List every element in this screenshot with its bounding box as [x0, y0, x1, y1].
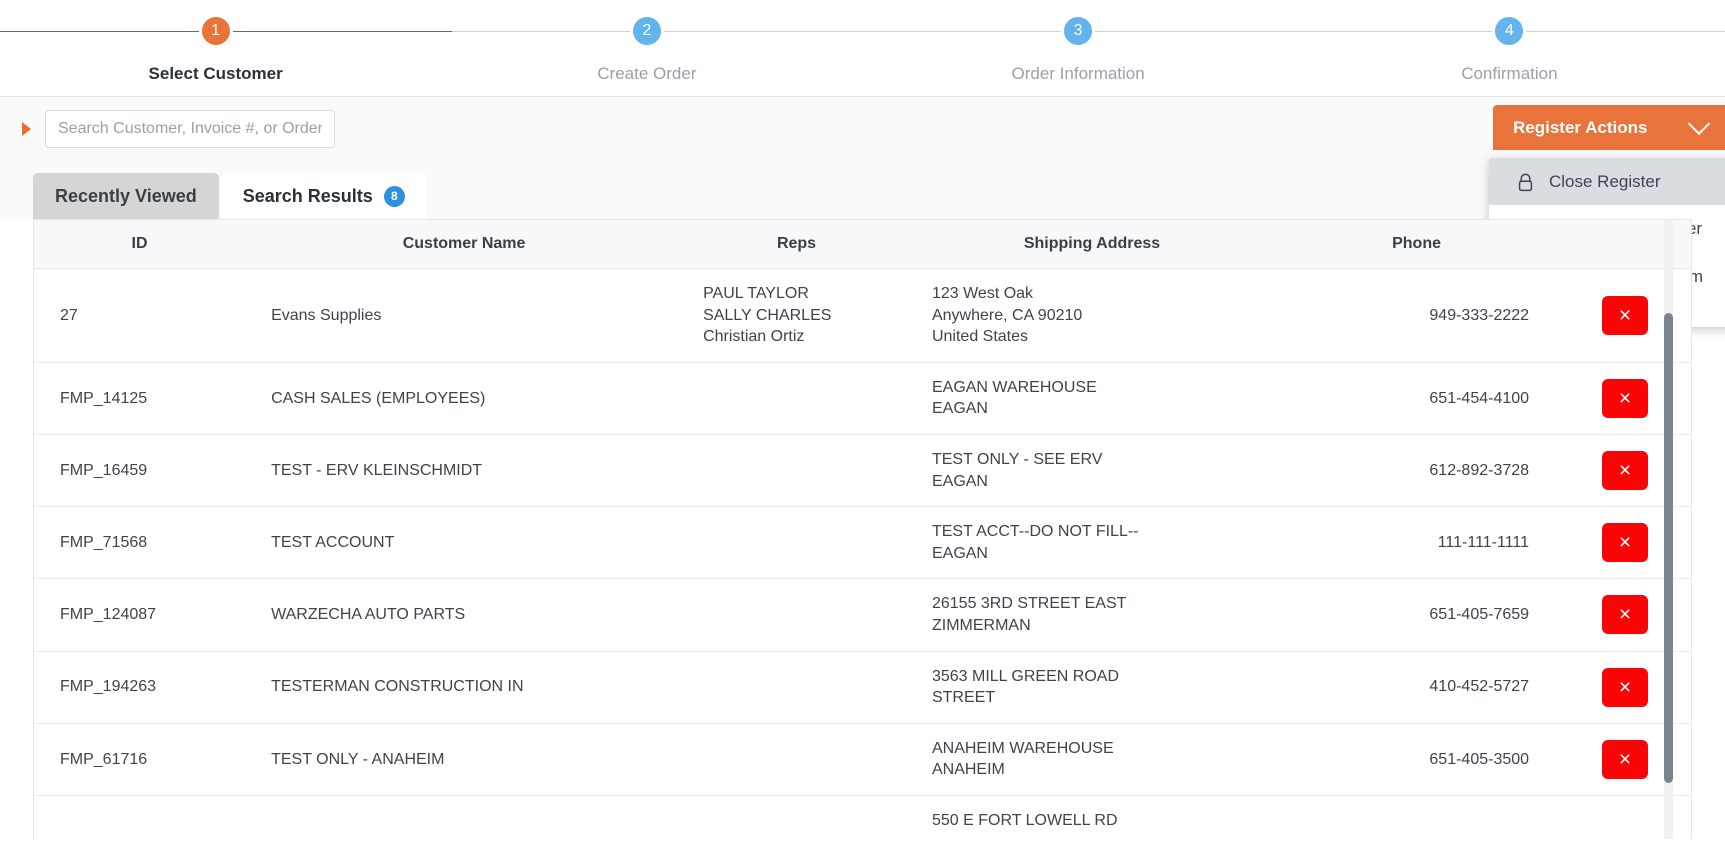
cell-reps	[683, 434, 910, 506]
register-actions-label: Register Actions	[1513, 118, 1647, 138]
cell-phone: 651-405-7659	[1274, 579, 1559, 651]
cell-customer-name: CASH SALES (EMPLOYEES)	[245, 362, 683, 434]
cell-customer-name: TESTERMAN CONSTRUCTION IN	[245, 651, 683, 723]
cell-phone	[1274, 795, 1559, 839]
table-body: 27Evans SuppliesPAUL TAYLORSALLY CHARLES…	[34, 269, 1691, 840]
cell-reps	[683, 362, 910, 434]
tab-search-results[interactable]: Search Results 8	[221, 173, 427, 219]
table-row[interactable]: FMP_124087WARZECHA AUTO PARTS 26155 3RD S…	[34, 579, 1691, 651]
step-3-circle: 3	[1061, 14, 1095, 48]
column-header-id[interactable]: ID	[34, 220, 245, 269]
cell-shipping-address: EAGAN WAREHOUSEEAGAN	[910, 362, 1274, 434]
cell-reps	[683, 723, 910, 795]
menu-item-close-register[interactable]: Close Register	[1489, 158, 1725, 205]
table-row[interactable]: FMP_71568TEST ACCOUNT TEST ACCT--DO NOT F…	[34, 507, 1691, 579]
step-4-circle: 4	[1492, 14, 1526, 48]
cell-reps	[683, 651, 910, 723]
table-row[interactable]: FMP_14125CASH SALES (EMPLOYEES) EAGAN WAR…	[34, 362, 1691, 434]
cell-customer-name: TEST ACCOUNT	[245, 507, 683, 579]
cell-id: 27	[34, 269, 245, 363]
table-row[interactable]: FMP_61716TEST ONLY - ANAHEIM ANAHEIM WARE…	[34, 723, 1691, 795]
remove-row-button[interactable]: ×	[1602, 379, 1648, 418]
cell-phone: 111-111-1111	[1274, 507, 1559, 579]
column-header-reps[interactable]: Reps	[683, 220, 910, 269]
cell-customer-name	[245, 795, 683, 839]
cell-reps	[683, 507, 910, 579]
tab-recently-viewed-label: Recently Viewed	[55, 186, 197, 207]
result-tabs: Recently Viewed Search Results 8	[0, 161, 1725, 219]
customer-results-table-container: ID Customer Name Reps Shipping Address P…	[33, 219, 1692, 839]
step-select-customer[interactable]: 1 Select Customer	[0, 0, 431, 96]
remove-row-button[interactable]: ×	[1602, 523, 1648, 562]
cell-shipping-address: 3563 MILL GREEN ROADSTREET	[910, 651, 1274, 723]
cell-shipping-address: TEST ONLY - SEE ERVEAGAN	[910, 434, 1274, 506]
column-header-customer-name[interactable]: Customer Name	[245, 220, 683, 269]
cell-phone: 949-333-2222	[1274, 269, 1559, 363]
remove-row-button[interactable]: ×	[1602, 296, 1648, 335]
search-results-count-badge: 8	[384, 186, 405, 207]
table-header-row: ID Customer Name Reps Shipping Address P…	[34, 220, 1691, 269]
cell-id: FMP_194263	[34, 651, 245, 723]
column-header-shipping-address[interactable]: Shipping Address	[910, 220, 1274, 269]
step-4-label: Confirmation	[1461, 64, 1557, 84]
remove-row-button[interactable]: ×	[1602, 740, 1648, 779]
remove-row-button[interactable]: ×	[1602, 451, 1648, 490]
register-actions-wrap: Register Actions Close Register + Add Ca…	[1493, 105, 1725, 150]
cell-phone: 612-892-3728	[1274, 434, 1559, 506]
cell-id: FMP_14125	[34, 362, 245, 434]
cell-phone: 651-405-3500	[1274, 723, 1559, 795]
cell-id	[34, 795, 245, 839]
step-2-circle: 2	[630, 14, 664, 48]
step-3-label: Order Information	[1012, 64, 1145, 84]
menu-item-close-register-label: Close Register	[1549, 171, 1661, 192]
table-row[interactable]: 27Evans SuppliesPAUL TAYLORSALLY CHARLES…	[34, 269, 1691, 363]
cell-shipping-address: TEST ACCT--DO NOT FILL--EAGAN	[910, 507, 1274, 579]
cell-shipping-address: 550 E FORT LOWELL RD	[910, 795, 1274, 839]
table-head: ID Customer Name Reps Shipping Address P…	[34, 220, 1691, 269]
cell-id: FMP_61716	[34, 723, 245, 795]
step-confirmation[interactable]: 4 Confirmation	[1294, 0, 1725, 96]
cell-phone: 410-452-5727	[1274, 651, 1559, 723]
tab-search-results-label: Search Results	[243, 186, 373, 207]
cell-id: FMP_16459	[34, 434, 245, 506]
table-row[interactable]: 550 E FORT LOWELL RD	[34, 795, 1691, 839]
stepper-steps: 1 Select Customer 2 Create Order 3 Order…	[0, 0, 1725, 96]
cell-id: FMP_124087	[34, 579, 245, 651]
table-row[interactable]: FMP_194263TESTERMAN CONSTRUCTION IN 3563 …	[34, 651, 1691, 723]
search-input[interactable]	[45, 110, 335, 148]
remove-row-button[interactable]: ×	[1602, 595, 1648, 634]
chevron-down-icon	[1688, 112, 1711, 135]
cell-customer-name: TEST ONLY - ANAHEIM	[245, 723, 683, 795]
step-2-label: Create Order	[597, 64, 696, 84]
cell-reps: PAUL TAYLORSALLY CHARLESChristian Ortiz	[683, 269, 910, 363]
cell-phone: 651-454-4100	[1274, 362, 1559, 434]
cell-shipping-address: ANAHEIM WAREHOUSEANAHEIM	[910, 723, 1274, 795]
step-create-order[interactable]: 2 Create Order	[431, 0, 862, 96]
step-1-circle: 1	[199, 14, 233, 48]
column-header-phone[interactable]: Phone	[1274, 220, 1559, 269]
cell-reps	[683, 579, 910, 651]
cell-customer-name: WARZECHA AUTO PARTS	[245, 579, 683, 651]
progress-stepper: 1 Select Customer 2 Create Order 3 Order…	[0, 0, 1725, 97]
register-actions-button[interactable]: Register Actions	[1493, 105, 1725, 150]
table-row[interactable]: FMP_16459TEST - ERV KLEINSCHMIDT TEST ONL…	[34, 434, 1691, 506]
expand-triangle-icon[interactable]	[22, 122, 31, 136]
vertical-scrollbar-thumb[interactable]	[1664, 313, 1673, 783]
cell-shipping-address: 26155 3RD STREET EASTZIMMERMAN	[910, 579, 1274, 651]
cell-customer-name: TEST - ERV KLEINSCHMIDT	[245, 434, 683, 506]
search-bar: Register Actions Close Register + Add Ca…	[0, 97, 1725, 161]
cell-shipping-address: 123 West OakAnywhere, CA 90210United Sta…	[910, 269, 1274, 363]
lock-icon	[1515, 171, 1535, 192]
cell-customer-name: Evans Supplies	[245, 269, 683, 363]
remove-row-button[interactable]: ×	[1602, 668, 1648, 707]
cell-id: FMP_71568	[34, 507, 245, 579]
step-order-information[interactable]: 3 Order Information	[863, 0, 1294, 96]
tab-recently-viewed[interactable]: Recently Viewed	[33, 173, 219, 219]
cell-reps	[683, 795, 910, 839]
customer-results-table: ID Customer Name Reps Shipping Address P…	[34, 220, 1691, 839]
step-1-label: Select Customer	[149, 64, 283, 84]
